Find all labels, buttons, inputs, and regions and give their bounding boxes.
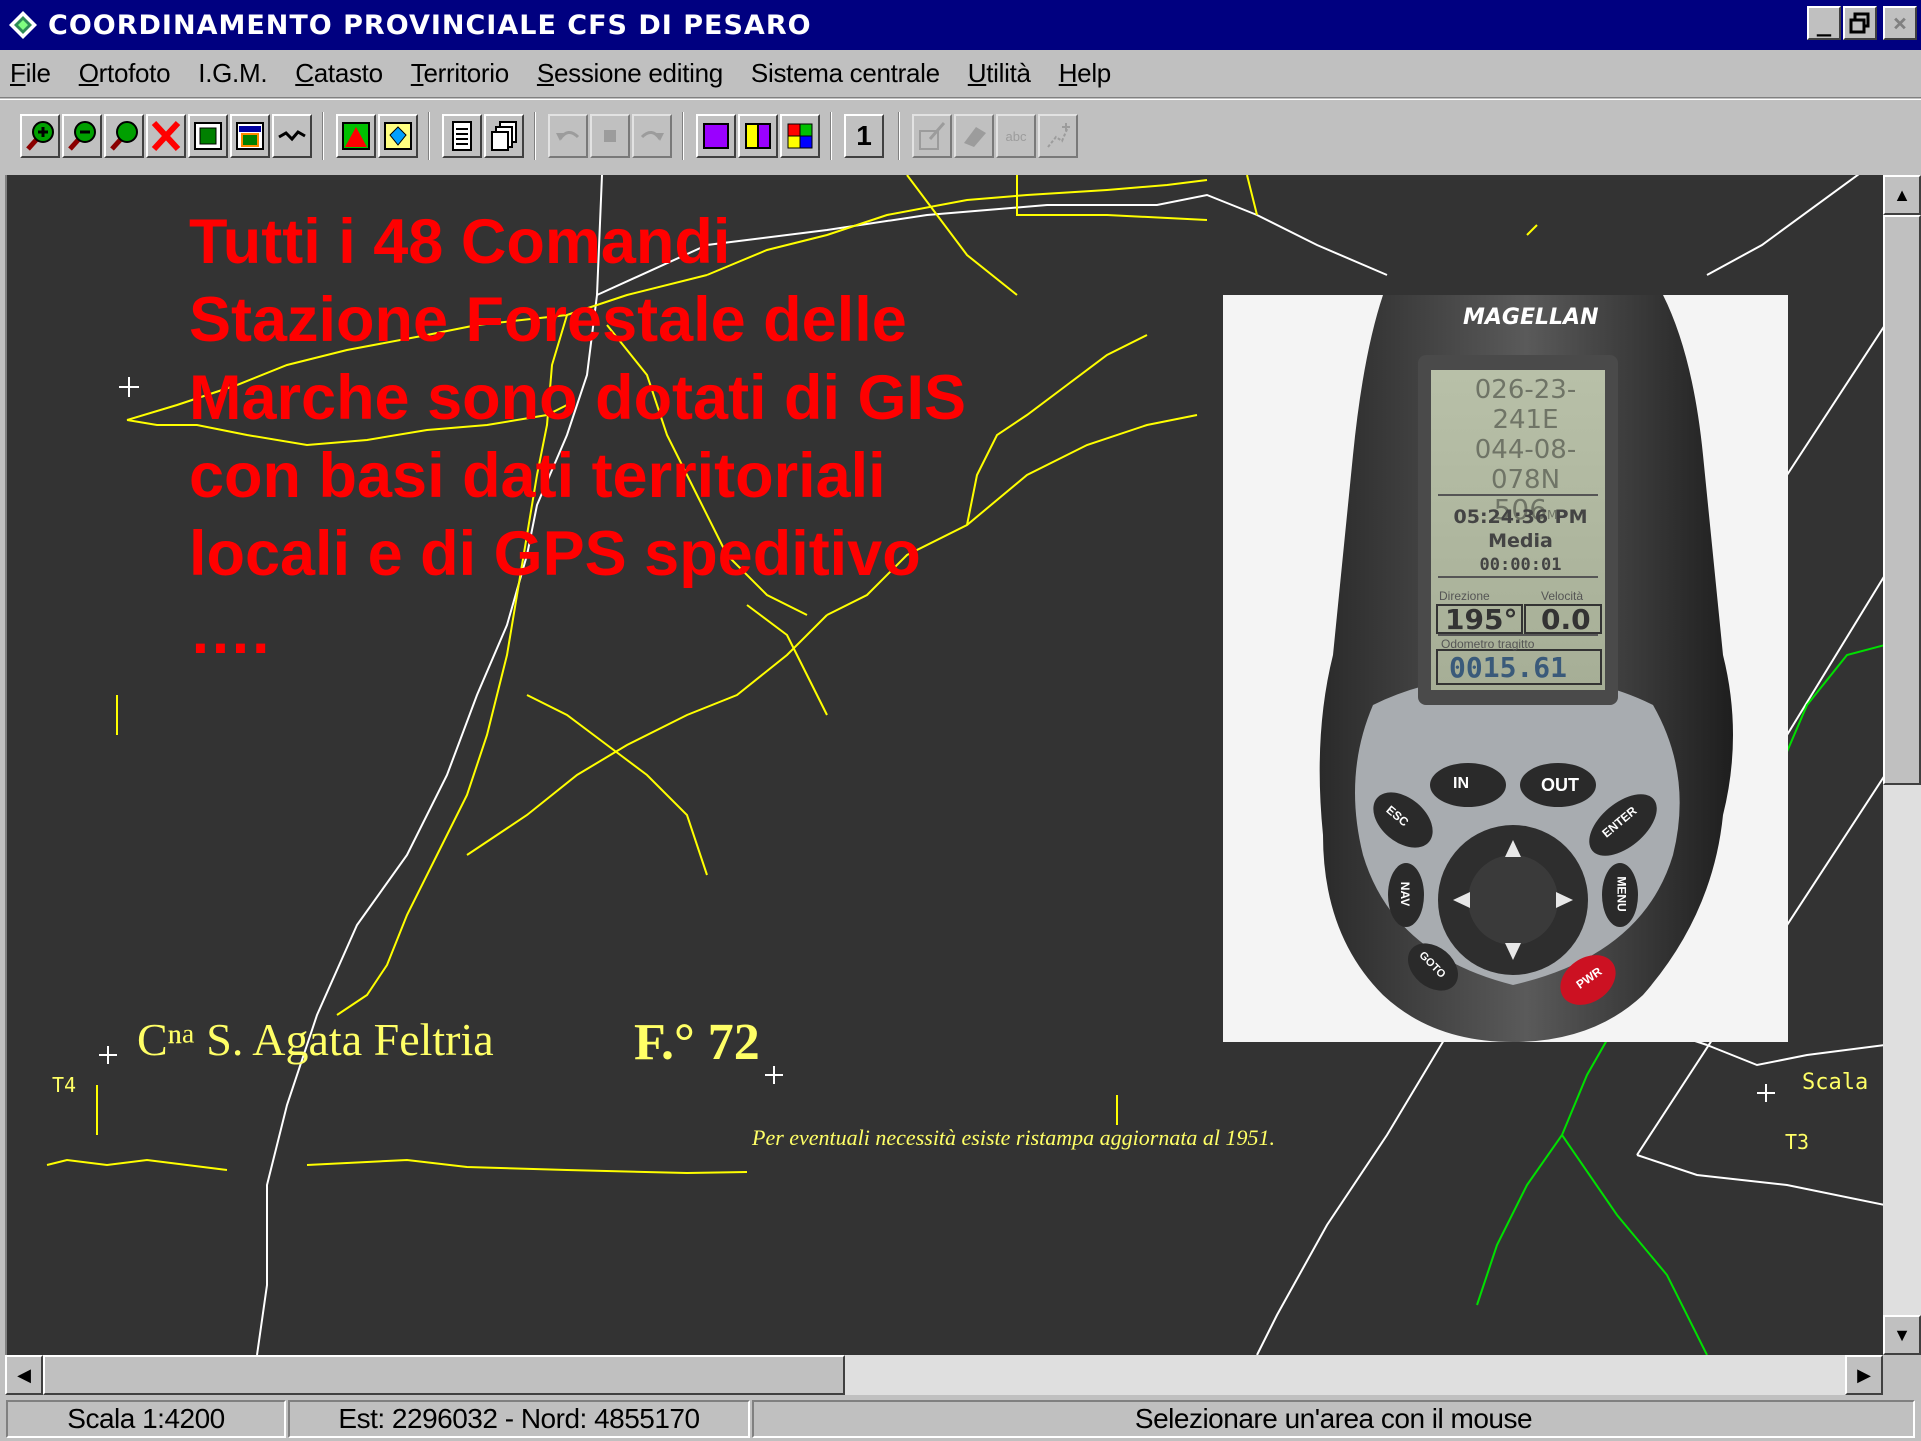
scroll-right-button[interactable]: ▶ [1845, 1355, 1883, 1395]
boundary-line [1786, 576, 1883, 736]
gps-time: 05:24:36 PM [1453, 506, 1588, 528]
vertical-scroll-thumb[interactable] [1883, 215, 1921, 785]
gps-btn-in: IN [1453, 775, 1469, 792]
menu-territorio[interactable]: Territorio [411, 58, 509, 89]
toolbar-separator [830, 112, 832, 160]
parcel-line [1526, 224, 1538, 236]
minimize-button[interactable]: _ [1807, 6, 1841, 40]
gps-coord-north: 044-08-078N [1474, 435, 1577, 495]
undo-icon[interactable] [548, 114, 588, 158]
sheet-number-label: F.° 72 [634, 1014, 760, 1071]
gps-btn-nav: NAV [1398, 881, 1413, 907]
pages-icon[interactable] [484, 114, 524, 158]
horizontal-scrollbar[interactable]: ◀ ▶ [5, 1355, 1883, 1395]
gps-speed: 0.0 [1541, 603, 1591, 636]
erase-icon[interactable] [954, 114, 994, 158]
toolbar: 1 abc [0, 99, 1921, 175]
clear-icon[interactable] [146, 114, 186, 158]
menu-bar: File Ortofoto I.G.M. Catasto Territorio Sessi… [0, 50, 1921, 98]
gps-odometer: 0015.61 [1449, 651, 1568, 684]
menu-file[interactable]: File [10, 58, 51, 89]
gps-speed-label: Velocità [1541, 589, 1584, 603]
list-icon[interactable] [442, 114, 482, 158]
scroll-up-button[interactable]: ▲ [1883, 175, 1921, 215]
layer-icon[interactable] [378, 114, 418, 158]
gps-brand: MAGELLAN [1463, 305, 1599, 330]
zoom-in-icon[interactable] [20, 114, 60, 158]
app-icon[interactable] [6, 8, 40, 42]
vertical-scrollbar[interactable]: ▲ ▼ [1883, 175, 1921, 1355]
map-icon[interactable] [336, 114, 376, 158]
menu-i-g-m[interactable]: I.G.M. [198, 58, 267, 89]
line-icon[interactable] [272, 114, 312, 158]
scroll-left-button[interactable]: ◀ [5, 1355, 43, 1395]
boundary-line [1706, 1044, 1883, 1067]
map-note-label: Per eventuali necessità esiste ristampa … [752, 1125, 1276, 1150]
scroll-down-button[interactable]: ▼ [1883, 1315, 1921, 1355]
annotation-overlay: Tutti i 48 Comandi Stazione Forestale de… [189, 207, 967, 667]
tile-t4-label: T4 [52, 1073, 77, 1097]
parcel-line [46, 1158, 228, 1171]
toolbar-separator [898, 112, 900, 160]
page-indicator[interactable]: 1 [844, 114, 884, 158]
tile-t3-label: T3 [1785, 1130, 1810, 1154]
toolbar-separator [428, 112, 430, 160]
yellow-layer-icon[interactable] [738, 114, 778, 158]
edit-icon[interactable] [912, 114, 952, 158]
gps-device-photo: MAGELLAN 026-23-241E 044-08-078N 506M 05… [1223, 295, 1788, 1042]
gps-btn-menu: MENU [1614, 876, 1629, 912]
map-view[interactable]: Cⁿᵃ S. Agata Feltria F.° 72 Per eventual… [5, 175, 1883, 1355]
boundary-line [1706, 175, 1860, 276]
menu-sessione-editing[interactable]: Sessione editing [537, 58, 723, 89]
boundary-line [1256, 1034, 1448, 1355]
toolbar-separator [534, 112, 536, 160]
frame-select-icon[interactable] [230, 114, 270, 158]
window-title: COORDINAMENTO PROVINCIALE CFS DI PESARO [48, 9, 812, 41]
toolbar-separator [322, 112, 324, 160]
gps-timer: 00:00:01 [1479, 555, 1562, 575]
gps-btn-out: OUT [1541, 775, 1579, 795]
map-scale-label: Scala [1802, 1070, 1869, 1095]
menu-sistema-centrale[interactable]: Sistema centrale [751, 58, 940, 89]
boundary-line [1786, 326, 1883, 476]
title-bar: COORDINAMENTO PROVINCIALE CFS DI PESARO … [0, 0, 1921, 50]
status-coordinates: Est: 2296032 - Nord: 4855170 [288, 1400, 750, 1438]
parcel-line [306, 1158, 748, 1175]
toolbar-separator [682, 112, 684, 160]
gps-direction-label: Direzione [1439, 589, 1490, 603]
green-boundary [1561, 1134, 1708, 1355]
purple-layer-icon[interactable] [696, 114, 736, 158]
zoom-out-icon[interactable] [62, 114, 102, 158]
boundary-line [1636, 1154, 1883, 1206]
status-scale: Scala 1:4200 [6, 1400, 286, 1438]
gps-coord-east: 026-23-241E [1474, 375, 1577, 435]
status-bar: Scala 1:4200 Est: 2296032 - Nord: 485517… [0, 1396, 1921, 1441]
text-icon[interactable]: abc [996, 114, 1036, 158]
menu-utilit[interactable]: Utilità [968, 58, 1031, 89]
menu-catasto[interactable]: Catasto [295, 58, 383, 89]
place-name-label: Cⁿᵃ S. Agata Feltria [137, 1014, 494, 1065]
add-point-icon[interactable] [1038, 114, 1078, 158]
zoom-icon[interactable] [104, 114, 144, 158]
stop-icon[interactable] [590, 114, 630, 158]
gps-direction: 195° [1445, 603, 1518, 636]
frame-icon[interactable] [188, 114, 228, 158]
menu-help[interactable]: Help [1059, 58, 1112, 89]
gps-mode: Media [1488, 530, 1553, 552]
maximize-button[interactable] [1843, 6, 1877, 40]
gps-odometer-label: Odometro tragitto [1441, 637, 1535, 651]
parcel-line [966, 334, 1148, 526]
menu-ortofoto[interactable]: Ortofoto [79, 58, 171, 89]
green-boundary [1476, 1134, 1563, 1306]
close-button[interactable]: × [1883, 6, 1917, 40]
parcel-line [1246, 175, 1258, 216]
parcel-line [526, 694, 708, 876]
parcel-line [1016, 175, 1208, 221]
multicolor-layer-icon[interactable] [780, 114, 820, 158]
status-message: Selezionare un'area con il mouse [752, 1400, 1915, 1438]
redo-icon[interactable] [632, 114, 672, 158]
scrollbar-corner [1883, 1355, 1921, 1395]
horizontal-scroll-thumb[interactable] [43, 1355, 845, 1395]
